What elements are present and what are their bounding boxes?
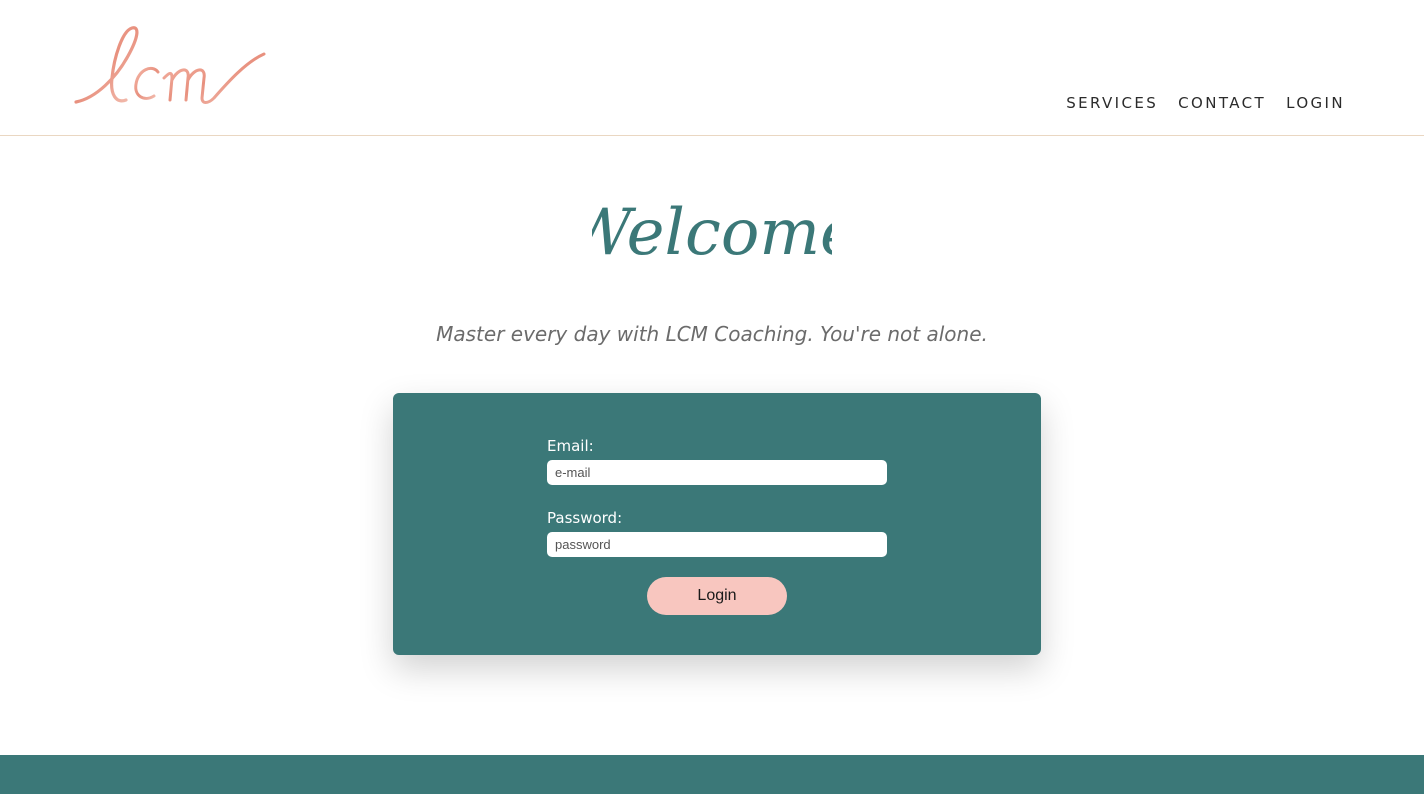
nav-login-link[interactable]: LOGIN	[1286, 94, 1345, 112]
email-input[interactable]	[547, 460, 887, 485]
login-card: Email: Password: Login	[393, 393, 1041, 655]
nav-contact-link[interactable]: CONTACT	[1178, 94, 1266, 112]
welcome-heading: Welcome	[0, 188, 1424, 280]
welcome-script-heading: Welcome	[592, 196, 832, 270]
password-label: Password:	[547, 509, 623, 527]
welcome-text: Welcome	[592, 196, 832, 270]
lcm-logo-script	[74, 26, 266, 104]
nav-services-link[interactable]: SERVICES	[1066, 94, 1158, 112]
site-footer	[0, 755, 1424, 794]
site-header: SERVICES CONTACT LOGIN	[0, 0, 1424, 136]
login-submit-button[interactable]: Login	[647, 577, 787, 615]
lcm-logo[interactable]	[66, 18, 276, 118]
tagline: Master every day with LCM Coaching. You'…	[436, 322, 988, 346]
email-label: Email:	[547, 437, 594, 455]
password-input[interactable]	[547, 532, 887, 557]
main-nav: SERVICES CONTACT LOGIN	[1066, 94, 1345, 112]
